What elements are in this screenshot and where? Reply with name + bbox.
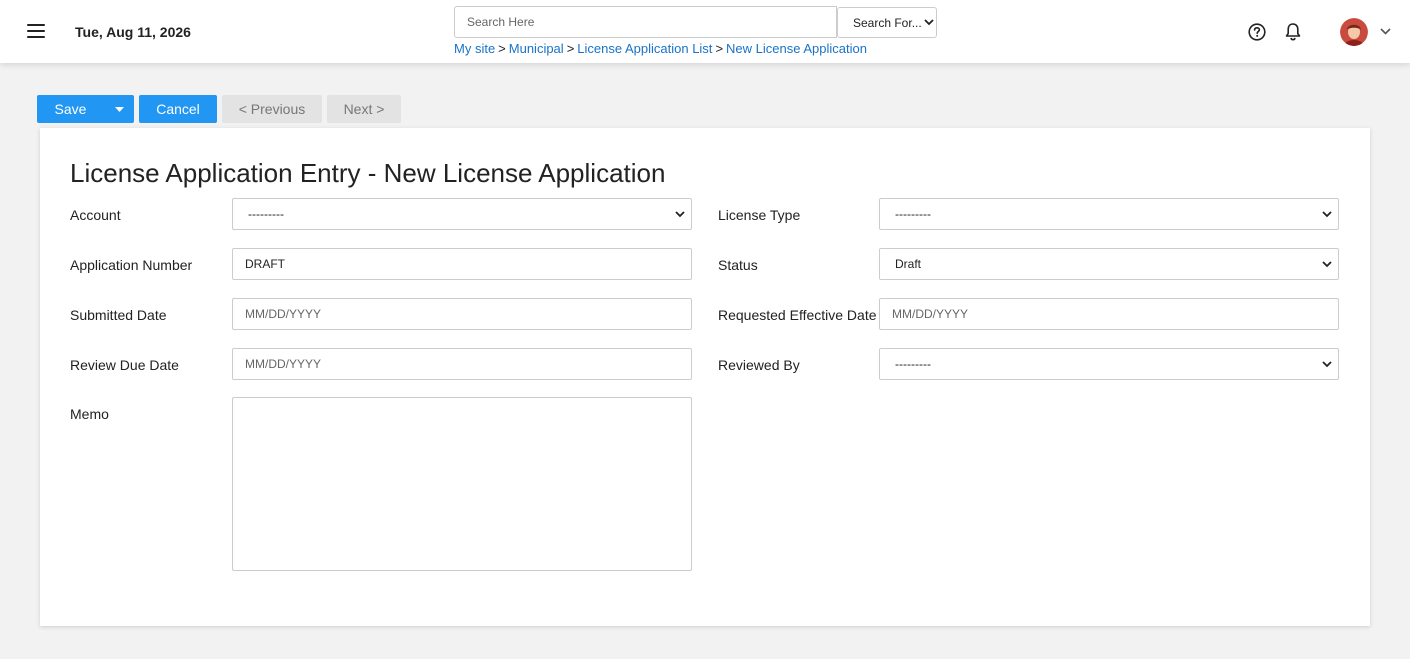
search-scope-value: Search For... — [853, 15, 922, 30]
license-type-select[interactable]: --------- — [879, 198, 1339, 230]
chevron-down-icon — [675, 210, 685, 217]
next-button[interactable]: Next > — [327, 95, 401, 123]
form-card: License Application Entry - New License … — [40, 128, 1370, 626]
status-value: Draft — [895, 257, 922, 271]
review-due-date-input[interactable]: MM/DD/YYYY — [232, 348, 692, 380]
requested-effective-date-placeholder: MM/DD/YYYY — [892, 307, 969, 321]
breadcrumb: My site > Municipal > License Application Li… — [454, 41, 867, 56]
application-number-value: DRAFT — [245, 257, 285, 271]
reviewed-by-value: --------- — [895, 357, 931, 371]
account-value: --------- — [248, 207, 284, 221]
current-date: Tue, Aug 11, 2026 — [75, 24, 191, 40]
chevron-down-icon — [1322, 360, 1332, 367]
requested-effective-date-label: Requested Effective Date — [718, 307, 877, 323]
breadcrumb-separator: > — [566, 41, 575, 56]
submitted-date-input[interactable]: MM/DD/YYYY — [232, 298, 692, 330]
save-button[interactable]: Save — [37, 95, 104, 123]
status-select[interactable]: Draft — [879, 248, 1339, 280]
application-number-label: Application Number — [70, 257, 193, 273]
license-type-value: --------- — [895, 207, 931, 221]
requested-effective-date-input[interactable]: MM/DD/YYYY — [879, 298, 1339, 330]
breadcrumb-license-application-list[interactable]: License Application List — [577, 41, 712, 56]
application-number-input[interactable]: DRAFT — [232, 248, 692, 280]
memo-textarea[interactable] — [232, 397, 692, 571]
review-due-date-placeholder: MM/DD/YYYY — [245, 357, 322, 371]
search-scope-select[interactable]: Search For... — [837, 7, 937, 38]
avatar[interactable] — [1340, 18, 1368, 46]
search-input[interactable] — [454, 6, 837, 38]
status-label: Status — [718, 257, 758, 273]
cancel-button[interactable]: Cancel — [139, 95, 217, 123]
chevron-down-icon[interactable] — [1380, 28, 1391, 35]
menu-icon[interactable] — [27, 24, 45, 38]
breadcrumb-separator: > — [715, 41, 724, 56]
memo-label: Memo — [70, 406, 109, 422]
chevron-down-icon — [1322, 260, 1332, 267]
help-icon[interactable] — [1248, 23, 1266, 41]
top-bar: Tue, Aug 11, 2026 Search For... My site>… — [0, 0, 1410, 63]
reviewed-by-select[interactable]: --------- — [879, 348, 1339, 380]
reviewed-by-label: Reviewed By — [718, 357, 800, 373]
save-options-dropdown[interactable] — [104, 95, 134, 123]
breadcrumb-separator: > — [498, 41, 506, 56]
breadcrumb-municipal[interactable]: Municipal — [509, 41, 564, 56]
license-type-label: License Type — [718, 207, 801, 223]
page-title: License Application Entry - New License … — [70, 158, 666, 188]
previous-button[interactable]: < Previous — [222, 95, 322, 123]
review-due-date-label: Review Due Date — [70, 357, 179, 373]
submitted-date-label: Submitted Date — [70, 307, 167, 323]
account-label: Account — [70, 207, 121, 223]
account-select[interactable]: --------- — [232, 198, 692, 230]
chevron-down-icon — [1322, 210, 1332, 217]
notification-bell-icon[interactable] — [1284, 22, 1302, 41]
chevron-down-icon — [924, 19, 934, 26]
breadcrumb-new-license-application[interactable]: New License Application — [726, 41, 867, 56]
caret-down-icon — [114, 106, 124, 112]
breadcrumb-my-site[interactable]: My site — [454, 41, 495, 56]
submitted-date-placeholder: MM/DD/YYYY — [245, 307, 322, 321]
